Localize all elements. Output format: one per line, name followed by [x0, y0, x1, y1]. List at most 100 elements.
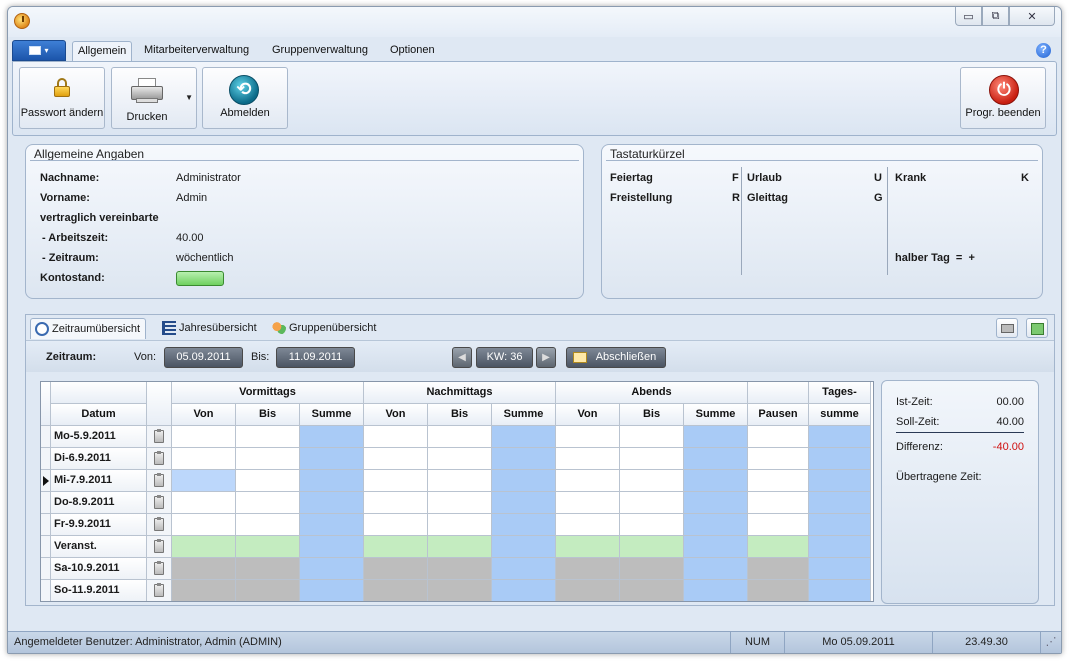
time-cell-von[interactable] — [364, 580, 428, 601]
abschliessen-button[interactable]: Abschließen — [566, 347, 666, 368]
time-cell-bis[interactable] — [236, 426, 300, 448]
time-cell-von[interactable] — [364, 558, 428, 580]
row-indicator[interactable] — [41, 536, 51, 558]
passwort-aendern-button[interactable]: Passwort ändern — [19, 67, 105, 129]
time-cell-bis[interactable] — [428, 514, 492, 536]
time-cell-pausen[interactable] — [748, 536, 809, 558]
time-cell-von[interactable] — [172, 514, 236, 536]
time-cell-von[interactable] — [556, 426, 620, 448]
programm-beenden-button[interactable]: ⏻ Progr. beenden — [960, 67, 1046, 129]
clipboard-cell[interactable] — [147, 536, 172, 558]
clipboard-icon[interactable] — [154, 517, 164, 531]
tab-gruppenuebersicht[interactable]: Gruppenübersicht — [268, 318, 381, 339]
time-cell-von[interactable] — [556, 580, 620, 601]
time-cell-bis[interactable] — [620, 514, 684, 536]
row-indicator[interactable] — [41, 580, 51, 601]
clipboard-icon[interactable] — [154, 495, 164, 509]
next-week-button[interactable]: ▶ — [536, 347, 556, 368]
time-cell-von[interactable] — [172, 470, 236, 492]
restore-button[interactable]: ⧉ — [982, 7, 1009, 26]
time-cell-bis[interactable] — [428, 536, 492, 558]
time-cell-von[interactable] — [556, 448, 620, 470]
clipboard-cell[interactable] — [147, 470, 172, 492]
abmelden-button[interactable]: ⟲ Abmelden — [202, 67, 288, 129]
tab-gruppenverwaltung[interactable]: Gruppenverwaltung — [267, 41, 373, 61]
time-cell-pausen[interactable] — [748, 558, 809, 580]
time-cell-von[interactable] — [364, 514, 428, 536]
time-cell-von[interactable] — [364, 536, 428, 558]
time-cell-von[interactable] — [556, 558, 620, 580]
time-cell-von[interactable] — [172, 558, 236, 580]
time-cell-von[interactable] — [172, 536, 236, 558]
time-cell-pausen[interactable] — [748, 470, 809, 492]
time-cell-von[interactable] — [172, 492, 236, 514]
clipboard-cell[interactable] — [147, 514, 172, 536]
clipboard-icon[interactable] — [154, 561, 164, 575]
app-clock-icon[interactable] — [14, 13, 30, 29]
time-cell-bis[interactable] — [620, 426, 684, 448]
time-cell-bis[interactable] — [236, 492, 300, 514]
time-cell-bis[interactable] — [428, 580, 492, 601]
clipboard-icon[interactable] — [154, 451, 164, 465]
von-date-button[interactable]: 05.09.2011 — [164, 347, 243, 368]
clipboard-icon[interactable] — [154, 583, 164, 597]
row-indicator[interactable] — [41, 514, 51, 536]
time-cell-bis[interactable] — [620, 558, 684, 580]
clipboard-cell[interactable] — [147, 448, 172, 470]
time-cell-pausen[interactable] — [748, 426, 809, 448]
resize-grip-icon[interactable]: ⋰ — [1040, 632, 1061, 653]
time-cell-bis[interactable] — [236, 580, 300, 601]
time-cell-von[interactable] — [364, 448, 428, 470]
time-cell-von[interactable] — [556, 536, 620, 558]
kw-button[interactable]: KW: 36 — [476, 347, 533, 368]
time-cell-bis[interactable] — [428, 426, 492, 448]
time-cell-von[interactable] — [172, 448, 236, 470]
time-cell-von[interactable] — [556, 470, 620, 492]
close-button[interactable]: ✕ — [1009, 7, 1055, 26]
time-cell-bis[interactable] — [620, 470, 684, 492]
clipboard-icon[interactable] — [154, 429, 164, 443]
time-cell-bis[interactable] — [428, 492, 492, 514]
time-cell-von[interactable] — [364, 470, 428, 492]
application-menu-button[interactable]: ▾ — [12, 40, 66, 61]
tab-mitarbeiterverwaltung[interactable]: Mitarbeiterverwaltung — [139, 41, 254, 61]
time-cell-bis[interactable] — [236, 470, 300, 492]
clipboard-icon[interactable] — [154, 473, 164, 487]
time-cell-von[interactable] — [172, 426, 236, 448]
time-cell-bis[interactable] — [236, 536, 300, 558]
tab-zeitraumuebersicht[interactable]: Zeitraumübersicht — [30, 318, 147, 339]
time-cell-pausen[interactable] — [748, 448, 809, 470]
tab-optionen[interactable]: Optionen — [385, 41, 440, 61]
clipboard-icon[interactable] — [154, 539, 164, 553]
help-icon[interactable]: ? — [1036, 43, 1051, 58]
row-indicator[interactable] — [41, 426, 51, 448]
time-cell-bis[interactable] — [620, 580, 684, 601]
prev-week-button[interactable]: ◀ — [452, 347, 472, 368]
clipboard-cell[interactable] — [147, 580, 172, 601]
time-cell-pausen[interactable] — [748, 580, 809, 601]
time-cell-von[interactable] — [556, 492, 620, 514]
time-cell-pausen[interactable] — [748, 492, 809, 514]
dropdown-arrow-icon[interactable]: ▼ — [185, 93, 193, 102]
time-cell-bis[interactable] — [428, 558, 492, 580]
time-cell-bis[interactable] — [620, 448, 684, 470]
time-cell-von[interactable] — [556, 514, 620, 536]
tab-jahresuebersicht[interactable]: Jahresübersicht — [158, 318, 262, 339]
time-cell-pausen[interactable] — [748, 514, 809, 536]
clipboard-cell[interactable] — [147, 492, 172, 514]
time-cell-von[interactable] — [364, 492, 428, 514]
minimize-button[interactable]: ▭ — [955, 7, 982, 26]
time-cell-von[interactable] — [172, 580, 236, 601]
time-cell-bis[interactable] — [428, 470, 492, 492]
row-indicator[interactable] — [41, 492, 51, 514]
print-overview-button[interactable] — [996, 318, 1018, 338]
clipboard-cell[interactable] — [147, 426, 172, 448]
bis-date-button[interactable]: 11.09.2011 — [276, 347, 355, 368]
export-button[interactable] — [1026, 318, 1048, 338]
time-cell-bis[interactable] — [620, 536, 684, 558]
time-cell-bis[interactable] — [236, 558, 300, 580]
clipboard-cell[interactable] — [147, 558, 172, 580]
time-cell-bis[interactable] — [428, 448, 492, 470]
time-cell-von[interactable] — [364, 426, 428, 448]
row-indicator[interactable] — [41, 448, 51, 470]
